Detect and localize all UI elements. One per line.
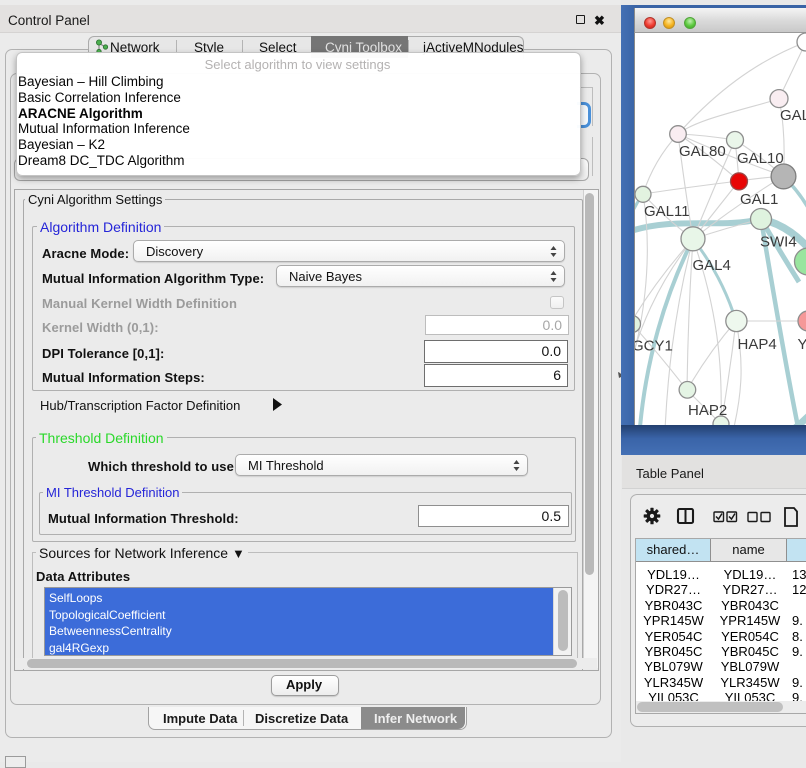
svg-text:HAP4: HAP4 [738, 336, 777, 353]
svg-text:GAL11: GAL11 [644, 203, 690, 220]
svg-text:GCY1: GCY1 [635, 338, 673, 355]
svg-text:GAL80: GAL80 [679, 143, 726, 160]
svg-text:GAL4: GAL4 [693, 257, 731, 274]
svg-text:GAL10: GAL10 [737, 150, 784, 167]
svg-text:Y: Y [798, 336, 806, 353]
svg-text:GAL1: GAL1 [740, 191, 778, 208]
svg-text:GAL2: GAL2 [780, 107, 806, 124]
svg-text:SWI4: SWI4 [760, 234, 797, 251]
svg-text:HAP2: HAP2 [688, 402, 727, 419]
